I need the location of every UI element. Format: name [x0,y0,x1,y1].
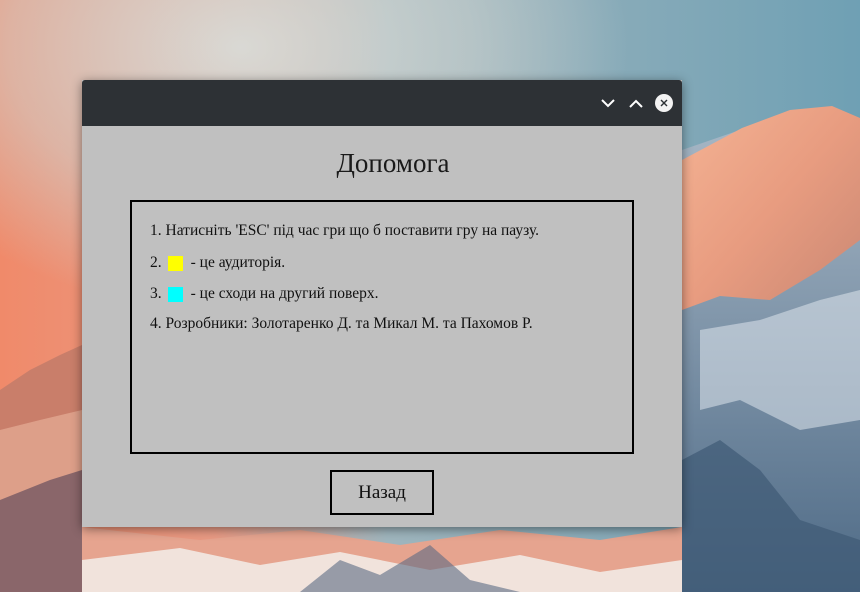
window-titlebar[interactable] [82,80,682,126]
chevron-down-icon [601,98,615,107]
auditorium-color-swatch [167,255,183,271]
help-line-text: Розробники: Золотаренко Д. та Микал М. т… [165,315,533,332]
desktop-wallpaper: Допомога 1. Натисніть 'ESC' під час гри … [0,0,860,592]
close-icon [660,99,668,107]
help-line-auditorium: 2. - це аудиторія. [150,254,285,272]
help-line-text: Натисніть 'ESC' під час гри що б постави… [165,222,540,239]
help-line-number: 3. [150,285,162,302]
help-line-developers: 4. Розробники: Золотаренко Д. та Микал М… [150,315,533,333]
help-line-esc: 1. Натисніть 'ESC' під час гри що б пост… [150,222,539,240]
page-title: Допомога [336,148,450,178]
chevron-up-icon [629,99,643,108]
help-line-text: - це сходи на другий поверх. [190,285,379,302]
help-line-number: 2. [150,254,162,271]
help-text-box: 1. Натисніть 'ESC' під час гри що б пост… [130,200,634,454]
maximize-button[interactable] [626,93,646,113]
help-line-number: 1. [150,222,162,239]
help-line-stairs: 3. - це сходи на другий поверх. [150,285,379,303]
minimize-button[interactable] [598,93,618,113]
back-button[interactable]: Назад [330,470,434,515]
help-line-text: - це аудиторія. [190,254,286,271]
close-button[interactable] [655,94,673,112]
stairs-color-swatch [167,286,183,302]
help-line-number: 4. [150,315,162,332]
help-window: Допомога 1. Натисніть 'ESC' під час гри … [82,80,682,527]
